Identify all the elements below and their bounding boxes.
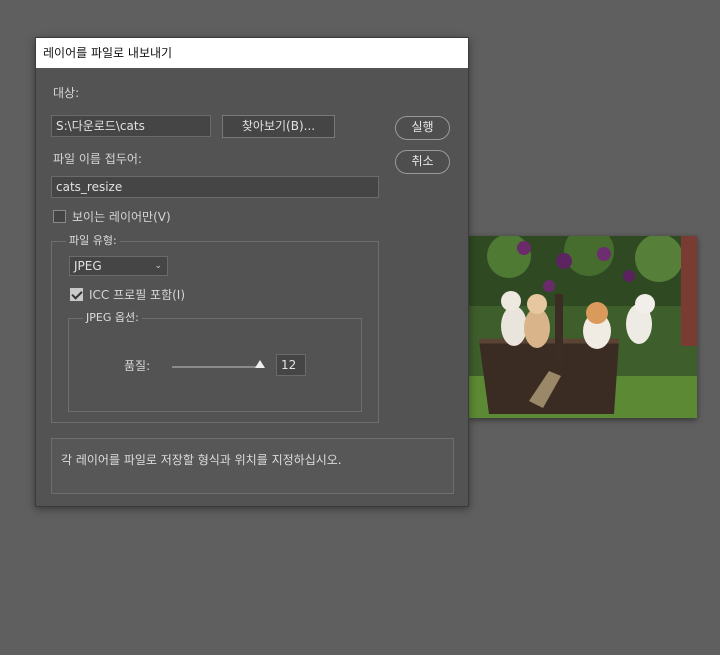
destination-input[interactable]: S:\다운로드\cats (51, 115, 211, 137)
kittens-photo (469, 236, 697, 418)
cancel-button[interactable]: 취소 (395, 150, 450, 174)
visible-only-label: 보이는 레이어만(V) (72, 210, 171, 224)
quality-label: 품질: (124, 359, 151, 373)
kittens-photo-art (469, 236, 697, 418)
jpeg-options-group: JPEG 옵션: 품질: 12 (68, 312, 362, 412)
browse-button-label: 찾아보기(B)... (241, 119, 316, 133)
file-type-group-label: 파일 유형: (66, 235, 120, 247)
description-box: 각 레이어를 파일로 저장할 형식과 위치를 지정하십시오. (51, 438, 454, 494)
run-button[interactable]: 실행 (395, 116, 450, 140)
prefix-input[interactable]: cats_resize (51, 176, 379, 198)
browse-button[interactable]: 찾아보기(B)... (222, 115, 335, 138)
file-type-select[interactable]: JPEG ⌄ (69, 256, 168, 276)
destination-label: 대상: (53, 86, 80, 100)
quality-input[interactable]: 12 (276, 354, 306, 376)
jpeg-options-group-label: JPEG 옵션: (83, 312, 142, 324)
icc-checkbox[interactable] (70, 288, 83, 301)
description-text: 각 레이어를 파일로 저장할 형식과 위치를 지정하십시오. (61, 453, 342, 467)
export-layers-dialog: 레이어를 파일로 내보내기 대상: S:\다운로드\cats 찾아보기(B)..… (35, 37, 469, 507)
quality-slider-track[interactable] (172, 366, 264, 368)
icc-label: ICC 프로필 포함(I) (89, 288, 186, 302)
visible-only-checkbox[interactable] (53, 210, 66, 223)
prefix-label: 파일 이름 접두어: (53, 152, 142, 166)
dialog-title: 레이어를 파일로 내보내기 (36, 38, 468, 68)
file-type-value: JPEG (74, 259, 102, 273)
chevron-down-icon: ⌄ (154, 261, 162, 271)
triangle-icon[interactable] (255, 360, 265, 368)
file-type-group: 파일 유형: JPEG ⌄ ICC 프로필 포함(I) JPEG 옵션: 품질:… (51, 235, 379, 423)
